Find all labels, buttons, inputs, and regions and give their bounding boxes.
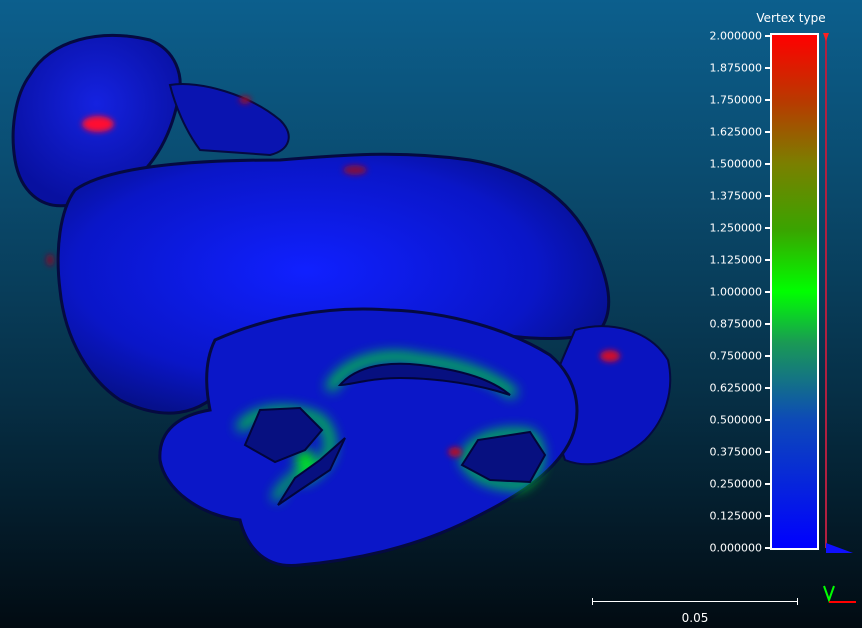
- scale-bar: [592, 598, 798, 606]
- color-scale-tick-mark: [765, 259, 770, 261]
- color-scale-tick-mark: [765, 163, 770, 165]
- 3d-viewport[interactable]: Vertex type 2.000000 1.875000 1.750000 1.62…: [0, 0, 862, 628]
- histogram-icon: [823, 33, 853, 553]
- color-scale-tick-mark: [765, 323, 770, 325]
- color-scale-tick-mark: [765, 99, 770, 101]
- scale-bar-label: 0.05: [681, 611, 709, 625]
- color-scale-ticks: 2.000000 1.875000 1.750000 1.625000 1.500000…: [700, 0, 770, 560]
- color-scale-bar: [770, 33, 819, 550]
- color-scale-tick-label: 1.500000: [709, 157, 763, 171]
- color-scale-tick-label: 0.500000: [709, 413, 763, 427]
- color-scale-tick-label: 0.875000: [709, 317, 763, 331]
- mesh-ear: [168, 83, 290, 157]
- color-scale-tick-label: 0.375000: [709, 445, 763, 459]
- color-scale-tick-label: 0.000000: [709, 541, 763, 555]
- color-scale-tick-mark: [765, 227, 770, 229]
- color-scale-tick-label: 1.125000: [709, 253, 763, 267]
- color-scale-tick-mark: [765, 35, 770, 37]
- color-scale-tick-label: 0.750000: [709, 349, 763, 363]
- color-scale-tick-label: 1.375000: [709, 189, 763, 203]
- color-scale-tick-mark: [765, 131, 770, 133]
- color-scale-tick-mark: [765, 67, 770, 69]
- color-scale-tick-mark: [765, 419, 770, 421]
- color-scale-tick-label: 2.000000: [709, 29, 763, 43]
- color-scale-tick-label: 0.125000: [709, 509, 763, 523]
- color-scale-tick-mark: [765, 291, 770, 293]
- color-scale-tick-mark: [765, 515, 770, 517]
- color-scale-tick-label: 0.625000: [709, 381, 763, 395]
- color-scale-tick-mark: [765, 547, 770, 549]
- color-scale-tick-label: 0.250000: [709, 477, 763, 491]
- color-scale-tick-mark: [765, 195, 770, 197]
- color-scale-tick-mark: [765, 451, 770, 453]
- color-scale-tick-label: 1.625000: [709, 125, 763, 139]
- color-scale-tick-mark: [765, 355, 770, 357]
- axes-trihedron-icon: [823, 585, 856, 603]
- color-scale-tick-mark: [765, 483, 770, 485]
- color-scale-tick-label: 1.750000: [709, 93, 763, 107]
- color-scale-tick-label: 1.250000: [709, 221, 763, 235]
- color-scale-tick-mark: [765, 387, 770, 389]
- color-scale-tick-label: 1.000000: [709, 285, 763, 299]
- color-scale-tick-label: 1.875000: [709, 61, 763, 75]
